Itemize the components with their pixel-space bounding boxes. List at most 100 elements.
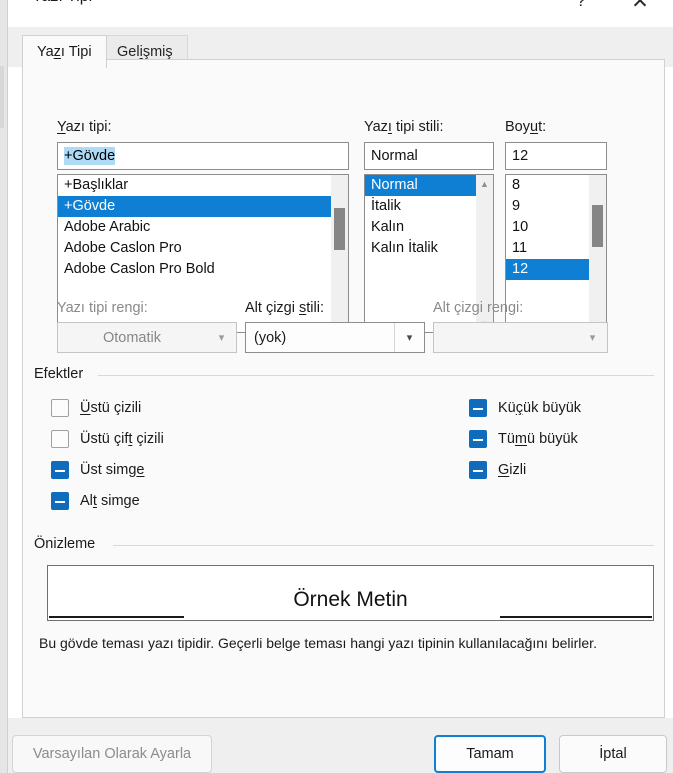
scrollbar-thumb[interactable]	[592, 205, 603, 247]
checkbox-label-pre: Al	[80, 493, 93, 509]
preview-line-left	[49, 616, 184, 618]
font-family-input[interactable]: +Gövde	[57, 142, 349, 170]
list-item[interactable]: Kalın İtalik	[365, 238, 476, 259]
checkbox-label: Üst simge	[80, 462, 144, 478]
font-size-label-accel: u	[530, 119, 539, 135]
list-item[interactable]: 10	[506, 217, 589, 238]
checkbox-all-caps[interactable]: Tümü büyük	[469, 430, 578, 448]
list-item[interactable]: Adobe Caslon Pro Bold	[58, 259, 331, 280]
font-tab-panel: Yazı tipi: Yazı tipi stili: Boyut: +Gövd…	[22, 59, 665, 718]
tab-font-label-post: ı Tipi	[60, 44, 92, 60]
scrollbar-thumb[interactable]	[334, 208, 345, 250]
checkbox-strikethrough[interactable]: Üstü çizili	[51, 399, 141, 417]
underline-color-label: Alt çizgi rengi:	[433, 300, 524, 316]
chevron-down-icon[interactable]: ▾	[394, 323, 424, 352]
checkbox-box[interactable]	[469, 399, 487, 417]
effects-group-divider	[98, 375, 654, 376]
checkbox-box[interactable]	[51, 461, 69, 479]
list-item[interactable]: Adobe Arabic	[58, 217, 331, 238]
checkbox-box[interactable]	[51, 492, 69, 510]
chevron-down-icon: ▾	[589, 332, 596, 344]
font-family-label-accel: Y	[57, 119, 66, 135]
underline-style-label: Alt çizgi stili:	[245, 300, 324, 316]
list-item[interactable]: 8	[506, 175, 589, 196]
font-family-list-items: +Başlıklar +Gövde Adobe Arabic Adobe Cas…	[58, 175, 331, 280]
font-family-scrollbar[interactable]	[331, 175, 348, 332]
checkbox-superscript[interactable]: Üst simge	[51, 461, 144, 479]
font-color-dropdown: Otomatik ▾	[57, 322, 237, 353]
preview-sample-text: Örnek Metin	[293, 588, 408, 611]
tab-font-label-pre: Ya	[37, 44, 54, 60]
font-style-label: Yazı tipi stili:	[364, 119, 444, 135]
list-item[interactable]: İtalik	[365, 196, 476, 217]
checkbox-box[interactable]	[469, 430, 487, 448]
font-size-label-pre: Boy	[505, 119, 530, 135]
underline-style-dropdown[interactable]: (yok) ▾	[245, 322, 425, 353]
checkbox-label-post: stü çizili	[90, 400, 142, 416]
scroll-up-arrow[interactable]: ▲	[476, 175, 493, 192]
chevron-down-icon: ▾	[218, 332, 225, 344]
font-style-input[interactable]: Normal	[364, 142, 494, 170]
font-style-label-post: tipi stili:	[391, 119, 444, 135]
title-bar: Yazı Tipi ? ✕	[8, 0, 673, 27]
help-icon[interactable]: ?	[559, 0, 603, 16]
font-color-label: Yazı tipi rengi:	[57, 300, 148, 316]
font-size-input[interactable]: 12	[505, 142, 607, 170]
list-item[interactable]: Normal	[365, 175, 476, 196]
font-family-label-post: azı tipi:	[65, 119, 112, 135]
font-size-input-value: 12	[512, 148, 529, 164]
list-item[interactable]: 12	[506, 259, 589, 280]
checkbox-subscript[interactable]: Alt simge	[51, 492, 140, 510]
checkbox-label-post: ü büyük	[527, 431, 578, 447]
checkbox-label-post: izli	[509, 462, 527, 478]
underline-style-label-post: tili:	[306, 300, 324, 316]
checkbox-label-accel: G	[498, 462, 510, 478]
checkbox-label-pre: Kü	[498, 400, 516, 416]
list-item[interactable]: 9	[506, 196, 589, 217]
list-item[interactable]: +Başlıklar	[58, 175, 331, 196]
checkbox-small-caps[interactable]: Küçük büyük	[469, 399, 581, 417]
cancel-button[interactable]: İptal	[559, 735, 667, 773]
font-style-list-items: Normal İtalik Kalın Kalın İtalik	[365, 175, 476, 259]
tab-advanced-label-post: şmiş	[142, 43, 173, 60]
checkbox-label-accel: ç	[515, 400, 523, 416]
checkbox-double-strikethrough[interactable]: Üstü çift çizili	[51, 430, 164, 448]
checkbox-label-pre: Tü	[498, 431, 515, 447]
tab-font-label-accel: z	[53, 44, 61, 60]
effects-group-label: Efektler	[34, 366, 91, 382]
list-item[interactable]: Adobe Caslon Pro	[58, 238, 331, 259]
font-size-scrollbar[interactable]	[589, 175, 606, 332]
preview-group-divider	[113, 545, 654, 546]
ok-button[interactable]: Tamam	[434, 735, 546, 773]
preview-description: Bu gövde teması yazı tipidir. Geçerli be…	[39, 635, 597, 651]
checkbox-label: Tümü büyük	[498, 431, 578, 447]
checkbox-label-post: simge	[96, 493, 140, 509]
checkbox-label: Üstü çizili	[80, 400, 141, 416]
tab-advanced-label-pre: Gel	[117, 43, 140, 60]
tab-font[interactable]: Ya z ı Tipi	[22, 35, 107, 68]
list-item[interactable]: Kalın	[365, 217, 476, 238]
font-color-value: Otomatik	[102, 329, 161, 346]
close-icon[interactable]: ✕	[618, 0, 662, 16]
list-item[interactable]: +Gövde	[58, 196, 331, 217]
font-style-label-pre: Yaz	[364, 119, 388, 135]
font-size-list-items: 8 9 10 11 12	[506, 175, 589, 280]
checkbox-box[interactable]	[51, 399, 69, 417]
checkbox-label-pre: Üst simg	[80, 462, 137, 478]
checkbox-label: Alt simge	[80, 493, 140, 509]
checkbox-label-accel: Ü	[80, 400, 91, 416]
dialog-footer: Varsayılan Olarak Ayarla Tamam İptal	[8, 718, 673, 773]
checkbox-label: Küçük büyük	[498, 400, 581, 416]
checkbox-box[interactable]	[469, 461, 487, 479]
font-family-input-value: +Gövde	[64, 147, 116, 165]
font-dialog-window: Yazı Tipi ? ✕ Yazı Tipi Gelişmiş Yazı ti…	[8, 0, 673, 773]
preview-line-right	[500, 616, 652, 618]
window-left-border	[0, 0, 8, 773]
set-as-default-button[interactable]: Varsayılan Olarak Ayarla	[12, 735, 212, 773]
list-item[interactable]: 11	[506, 238, 589, 259]
font-family-label: Yazı tipi:	[57, 119, 112, 135]
preview-box: Örnek Metin	[47, 565, 654, 621]
preview-group-label: Önizleme	[34, 536, 103, 552]
checkbox-box[interactable]	[51, 430, 69, 448]
checkbox-hidden[interactable]: Gizli	[469, 461, 526, 479]
